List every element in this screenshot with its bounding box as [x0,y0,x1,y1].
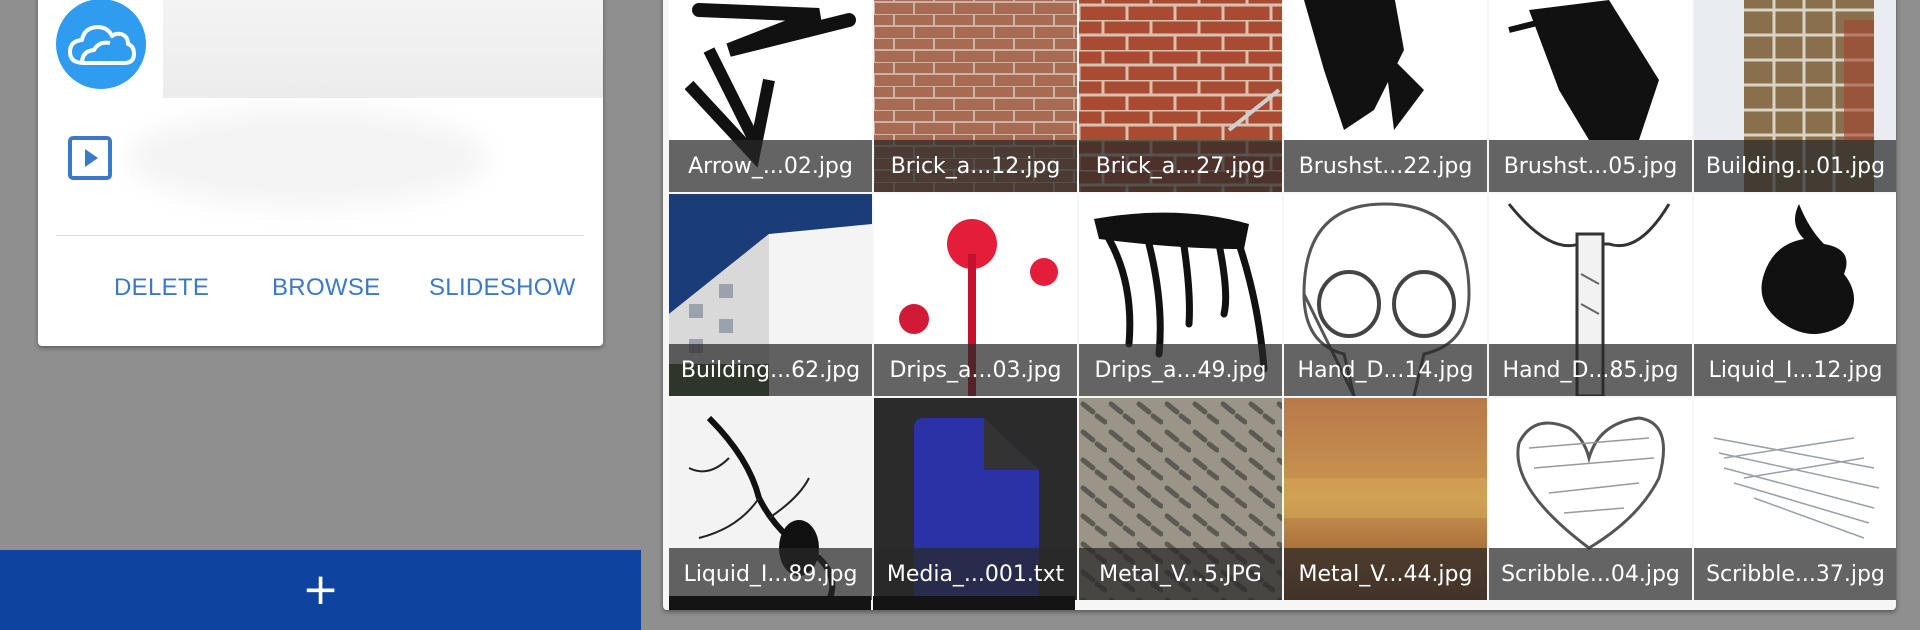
play-icon[interactable] [67,135,113,181]
file-tile[interactable]: Brushst...05.jpg [1489,0,1692,192]
file-name: Arrow_...02.jpg [669,140,872,192]
file-name: Liquid_I...12.jpg [1694,344,1896,396]
file-name: Scribble...37.jpg [1694,548,1896,600]
file-name: Building...62.jpg [669,344,872,396]
file-tile[interactable]: Brick_a...27.jpg [1079,0,1282,192]
file-name: Liquid_I...89.jpg [669,548,872,600]
file-tile[interactable]: Brick_a...12.jpg [874,0,1077,192]
file-tile[interactable]: Brushst...22.jpg [1284,0,1487,192]
delete-button[interactable]: DELETE [114,270,209,306]
file-name: Brushst...22.jpg [1284,140,1487,192]
file-tile[interactable]: Drips_a...03.jpg [874,194,1077,396]
file-tile[interactable]: Arrow_...02.jpg [669,0,872,192]
file-tile[interactable]: Liquid_I...89.jpg [669,398,872,600]
file-name: Building...01.jpg [1694,140,1896,192]
file-tile[interactable]: Media_...001.txt [874,398,1077,600]
blurred-source-label [128,108,488,208]
add-plus-icon: + [302,564,339,615]
cloud-icon [68,25,136,65]
file-tile[interactable]: Hand_D...14.jpg [1284,194,1487,396]
file-tile[interactable]: Building...62.jpg [669,194,872,396]
preview-thumbnail [163,0,603,98]
file-tile[interactable]: Building...01.jpg [1694,0,1896,192]
add-button[interactable]: + [0,550,641,630]
file-tile[interactable]: Scribble...04.jpg [1489,398,1692,600]
file-name: Brick_a...27.jpg [1079,140,1282,192]
file-grid-panel: Arrow_...02.jpg Brick_a...12.jpg Brick_a… [663,0,1896,610]
file-tile[interactable]: Liquid_I...12.jpg [1694,194,1896,396]
file-name: Metal_V...44.jpg [1284,548,1487,600]
media-source-card: DELETE BROWSE SLIDESHOW [38,0,603,346]
file-name: Brick_a...12.jpg [874,140,1077,192]
slideshow-button[interactable]: SLIDESHOW [429,270,576,306]
file-tile[interactable]: Metal_V...5.JPG [1079,398,1282,600]
file-tile[interactable]: Hand_D...85.jpg [1489,194,1692,396]
divider [56,235,584,236]
file-name: Scribble...04.jpg [1489,548,1692,600]
file-name: Hand_D...14.jpg [1284,344,1487,396]
file-name: Drips_a...03.jpg [874,344,1077,396]
file-name: Hand_D...85.jpg [1489,344,1692,396]
file-name: Brushst...05.jpg [1489,140,1692,192]
browse-button[interactable]: BROWSE [272,270,380,306]
next-row-peek [669,596,1075,610]
file-name: Drips_a...49.jpg [1079,344,1282,396]
file-tile[interactable]: Metal_V...44.jpg [1284,398,1487,600]
file-name: Media_...001.txt [874,548,1077,600]
file-name: Metal_V...5.JPG [1079,548,1282,600]
file-grid: Arrow_...02.jpg Brick_a...12.jpg Brick_a… [669,0,1896,600]
cloud-avatar [56,0,146,89]
file-tile[interactable]: Drips_a...49.jpg [1079,194,1282,396]
file-tile[interactable]: Scribble...37.jpg [1694,398,1896,600]
